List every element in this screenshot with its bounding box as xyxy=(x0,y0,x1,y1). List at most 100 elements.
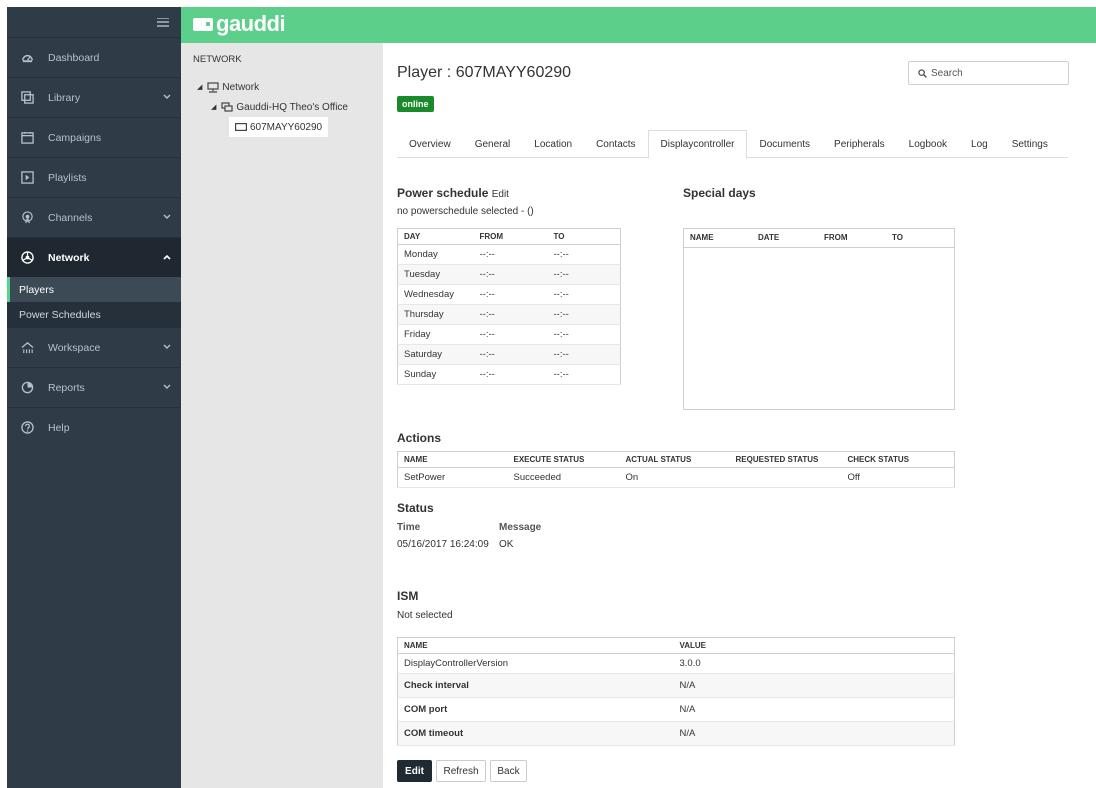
table-row: Check interval N/A xyxy=(397,673,955,698)
power-schedule-table: DAY FROM TO Monday --:-- --:-- Tuesday --:-… xyxy=(397,228,621,385)
ism-value-cell: 3.0.0 xyxy=(673,653,955,674)
sidebar-item-playlists[interactable]: Playlists xyxy=(7,157,181,197)
actions-title: Actions xyxy=(397,431,442,445)
column-header: DATE xyxy=(752,229,818,248)
chevron-down-icon xyxy=(163,384,171,389)
column-header: DAY xyxy=(397,228,474,245)
tab-contacts[interactable]: Contacts xyxy=(584,130,647,158)
tree-node-label: Network xyxy=(222,81,260,93)
tab-peripherals[interactable]: Peripherals xyxy=(822,130,897,158)
status-time-value: 05/16/2017 16:24:09 xyxy=(397,539,489,550)
sidebar-item-label: Dashboard xyxy=(48,51,100,64)
column-header: ACTUAL STATUS xyxy=(619,451,730,468)
table-row: SetPower Succeeded On Off xyxy=(397,467,955,488)
library-icon xyxy=(21,91,34,104)
tree-node-group[interactable]: ◢ Gauddi-HQ Theo's Office xyxy=(211,97,371,117)
table-row: Sunday --:-- --:-- xyxy=(397,364,621,385)
column-header: EXECUTE STATUS xyxy=(507,451,620,468)
campaigns-icon xyxy=(21,131,34,144)
ism-table: NAME VALUE DisplayControllerVersion 3.0.0… xyxy=(397,637,955,746)
check-status-cell: Off xyxy=(841,467,955,488)
top-bar: gauddi xyxy=(181,7,1096,43)
ism-note: Not selected xyxy=(397,610,453,621)
table-row: Thursday --:-- --:-- xyxy=(397,304,621,325)
edit-button[interactable]: Edit xyxy=(397,760,432,782)
ism-name-cell: COM port xyxy=(397,697,674,722)
from-cell: --:-- xyxy=(473,284,548,305)
sidebar-item-label: Library xyxy=(48,91,81,104)
tab-logbook[interactable]: Logbook xyxy=(897,130,959,158)
tree-expand-icon[interactable]: ◢ xyxy=(197,83,202,91)
sidebar-item-network[interactable]: Network xyxy=(7,237,181,277)
status-title: Status xyxy=(397,501,434,515)
tree-node-player[interactable]: 607MAYY60290 xyxy=(229,117,329,137)
network-tree: NETWORK ◢ Network ◢ Gauddi-HQ Theo's Off… xyxy=(181,43,383,788)
to-cell: --:-- xyxy=(547,344,621,365)
column-header: TO xyxy=(886,229,954,248)
search-box[interactable]: Search xyxy=(908,61,1069,85)
table-header: NAME VALUE xyxy=(397,637,955,654)
playlists-icon xyxy=(21,171,34,184)
hamburger-icon[interactable] xyxy=(157,17,169,27)
ism-value-cell: N/A xyxy=(673,697,955,722)
search-input[interactable]: Search xyxy=(931,68,963,79)
tab-overview[interactable]: Overview xyxy=(397,130,463,158)
column-header: NAME xyxy=(397,637,674,654)
sidebar-item-dashboard[interactable]: Dashboard xyxy=(7,37,181,77)
sidebar-item-label: Campaigns xyxy=(48,131,102,144)
tab-settings[interactable]: Settings xyxy=(1000,130,1060,158)
power-schedule-heading: Power schedule Edit xyxy=(397,186,509,200)
tab-general[interactable]: General xyxy=(463,130,523,158)
table-row: Tuesday --:-- --:-- xyxy=(397,264,621,285)
brand-logo[interactable]: gauddi xyxy=(193,11,286,37)
column-header: NAME xyxy=(684,229,752,248)
ism-title: ISM xyxy=(397,589,419,603)
ism-name-cell: DisplayControllerVersion xyxy=(397,653,674,674)
from-cell: --:-- xyxy=(473,324,548,345)
status-message-value: OK xyxy=(499,539,514,550)
sidebar-item-reports[interactable]: Reports xyxy=(7,367,181,407)
table-header: NAME EXECUTE STATUS ACTUAL STATUS REQUES… xyxy=(397,451,955,468)
column-header: CHECK STATUS xyxy=(841,451,955,468)
day-cell: Monday xyxy=(397,244,474,265)
execute-status-cell: Succeeded xyxy=(507,467,620,488)
to-cell: --:-- xyxy=(547,324,621,345)
group-node-icon xyxy=(221,101,233,112)
sidebar-item-channels[interactable]: Channels xyxy=(7,197,181,237)
sidebar-item-help[interactable]: Help xyxy=(7,407,181,447)
table-row: Saturday --:-- --:-- xyxy=(397,344,621,365)
tab-documents[interactable]: Documents xyxy=(747,130,822,158)
tree-expand-icon[interactable]: ◢ xyxy=(211,103,216,111)
day-cell: Friday xyxy=(397,324,474,345)
table-row: Wednesday --:-- --:-- xyxy=(397,284,621,305)
column-header: VALUE xyxy=(673,637,955,654)
column-header: TO xyxy=(547,228,621,245)
to-cell: --:-- xyxy=(547,364,621,385)
back-button[interactable]: Back xyxy=(490,760,527,782)
power-schedule-edit-link[interactable]: Edit xyxy=(492,189,509,200)
sidebar-item-library[interactable]: Library xyxy=(7,77,181,117)
sidebar-subitem-players[interactable]: Players xyxy=(7,277,181,302)
dashboard-icon xyxy=(21,51,34,64)
tab-location[interactable]: Location xyxy=(522,130,584,158)
power-schedule-title: Power schedule xyxy=(397,186,489,200)
display-icon xyxy=(235,123,247,131)
tab-displaycontroller[interactable]: Displaycontroller xyxy=(647,130,748,159)
help-icon xyxy=(21,421,34,434)
day-cell: Sunday xyxy=(397,364,474,385)
brand-name: gauddi xyxy=(216,11,286,36)
sidebar-item-workspace[interactable]: Workspace xyxy=(7,327,181,367)
sidebar-item-label: Help xyxy=(48,421,70,434)
sidebar-subitem-power-schedules[interactable]: Power Schedules xyxy=(7,302,181,327)
table-row: Monday --:-- --:-- xyxy=(397,244,621,265)
sidebar-item-campaigns[interactable]: Campaigns xyxy=(7,117,181,157)
tab-log[interactable]: Log xyxy=(959,130,1000,158)
chevron-down-icon xyxy=(163,214,171,219)
ism-value-cell: N/A xyxy=(673,721,955,746)
tree-node-network[interactable]: ◢ Network xyxy=(197,77,371,97)
refresh-button[interactable]: Refresh xyxy=(436,760,486,782)
special-days-title: Special days xyxy=(683,186,756,200)
requested-status-cell xyxy=(729,467,842,488)
status-time-label: Time xyxy=(397,522,421,533)
chevron-down-icon xyxy=(163,94,171,99)
